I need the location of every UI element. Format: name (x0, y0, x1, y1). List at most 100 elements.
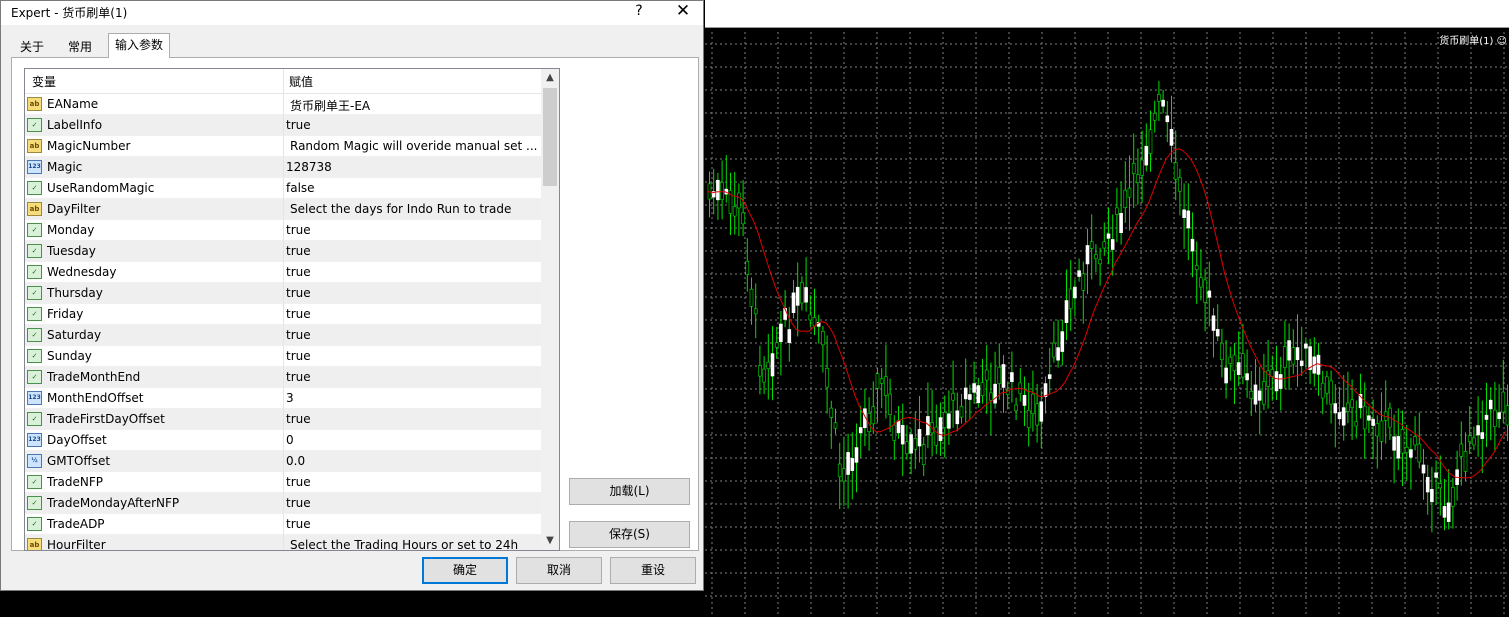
candle-body (1287, 340, 1291, 361)
candle-body (795, 286, 800, 306)
parameter-row[interactable]: ✓ TradeNFP true (25, 472, 541, 493)
column-header-value[interactable]: 赋值 (289, 73, 313, 90)
parameter-row[interactable]: ✓ TradeMonthEnd true (25, 367, 541, 388)
parameter-value[interactable]: true (286, 286, 536, 300)
parameter-value[interactable]: true (286, 223, 536, 237)
parameter-row[interactable]: ✓ Thursday true (25, 283, 541, 304)
candle-body (1299, 360, 1304, 366)
parameter-row[interactable]: ✓ TradeADP true (25, 514, 541, 535)
tab-about[interactable]: 关于 (13, 35, 51, 57)
candle-body (1031, 393, 1035, 415)
candle-body (1421, 464, 1426, 474)
dialog-titlebar[interactable]: Expert - 货币刷单(1) ? ✕ (1, 1, 703, 25)
parameter-name: MagicNumber (47, 139, 131, 153)
parameter-row[interactable]: ab HourFilter Select the Trading Hours or … (25, 535, 541, 550)
candle-body (858, 427, 863, 434)
parameter-row[interactable]: ✓ Tuesday true (25, 241, 541, 262)
candle-body (1224, 367, 1228, 384)
parameter-value[interactable]: 128738 (286, 160, 536, 174)
parameter-value[interactable]: Select the Trading Hours or set to 24h (290, 538, 540, 550)
candle-body (1026, 409, 1031, 428)
parameter-row[interactable]: ✓ Wednesday true (25, 262, 541, 283)
candle-body (716, 179, 720, 201)
parameter-row[interactable]: 123 Magic 128738 (25, 157, 541, 178)
parameter-value[interactable]: true (286, 370, 536, 384)
scroll-down-icon[interactable]: ▼ (541, 532, 559, 550)
candle-body (737, 192, 741, 209)
candle-body (968, 394, 972, 400)
parameter-name: DayFilter (47, 202, 101, 216)
load-button[interactable]: 加载(L) (569, 478, 690, 505)
candle-body (1480, 432, 1485, 439)
candle-body (1341, 407, 1346, 426)
help-button[interactable]: ? (629, 1, 649, 23)
column-header-variable[interactable]: 变量 (32, 73, 56, 90)
candle-body (1073, 286, 1077, 299)
parameter-row[interactable]: ✓ LabelInfo true (25, 115, 541, 136)
parameter-row[interactable]: 123 MonthEndOffset 3 (25, 388, 541, 409)
tab-common[interactable]: 常用 (61, 35, 99, 57)
parameter-value[interactable]: Select the days for Indo Run to trade (290, 202, 540, 216)
parameter-name: UseRandomMagic (47, 181, 155, 195)
parameter-row[interactable]: ✓ Monday true (25, 220, 541, 241)
parameter-value[interactable]: true (286, 118, 536, 132)
parameter-value[interactable]: true (286, 307, 536, 321)
reset-button[interactable]: 重设 (610, 557, 696, 584)
candle-body (749, 288, 754, 307)
parameter-value[interactable]: false (286, 181, 536, 195)
candle-body (1367, 415, 1371, 421)
tab-inputs[interactable]: 输入参数 (108, 33, 171, 58)
candle-body (989, 392, 993, 401)
parameter-row[interactable]: ✓ Sunday true (25, 346, 541, 367)
candle-body (1354, 421, 1359, 427)
parameter-value[interactable]: true (286, 328, 536, 342)
candle-body (875, 373, 880, 389)
candle-body (1304, 343, 1308, 349)
parameter-row[interactable]: 123 DayOffset 0 (25, 430, 541, 451)
candle-body (1199, 277, 1203, 288)
ok-button[interactable]: 确定 (422, 557, 508, 584)
parameter-row[interactable]: ab MagicNumber Random Magic will overide m… (25, 136, 541, 157)
save-button[interactable]: 保存(S) (569, 521, 690, 548)
parameter-row[interactable]: ✓ TradeFirstDayOffset true (25, 409, 541, 430)
parameter-row[interactable]: ab EAName 货币刷单王-EA (25, 94, 541, 115)
candle-body (1228, 356, 1233, 364)
parameter-value[interactable]: true (286, 349, 536, 363)
candle-body (938, 417, 943, 442)
parameter-value[interactable]: true (286, 265, 536, 279)
parameter-value[interactable]: Random Magic will overide manual set ... (290, 139, 540, 153)
scroll-thumb[interactable] (543, 88, 557, 186)
vertical-scrollbar[interactable]: ▲ ▼ (541, 69, 559, 550)
parameter-value[interactable]: 3 (286, 391, 536, 405)
parameter-value[interactable]: 货币刷单王-EA (290, 97, 540, 114)
candle-body (1346, 402, 1350, 412)
candle-body (934, 426, 939, 446)
parameter-value[interactable]: 0 (286, 433, 536, 447)
close-icon[interactable]: ✕ (673, 1, 693, 23)
parameter-value[interactable]: 0.0 (286, 454, 536, 468)
cell-divider (283, 451, 284, 472)
parameter-value[interactable]: true (286, 517, 536, 531)
cancel-button[interactable]: 取消 (516, 557, 602, 584)
candle-body (791, 292, 796, 313)
parameter-value[interactable]: true (286, 412, 536, 426)
parameter-name: Tuesday (47, 244, 96, 258)
input-parameters-grid[interactable]: 变量 赋值 ab EAName 货币刷单王-EA ✓ LabelInfo true ab Ma… (24, 68, 560, 551)
parameter-value[interactable]: true (286, 496, 536, 510)
parameter-row[interactable]: ✓ Saturday true (25, 325, 541, 346)
parameter-value[interactable]: true (286, 475, 536, 489)
candle-body (1148, 129, 1153, 154)
parameter-row[interactable]: ab DayFilter Select the days for Indo Run … (25, 199, 541, 220)
candle-body (1102, 241, 1107, 249)
parameter-row[interactable]: ✓ UseRandomMagic false (25, 178, 541, 199)
candle-body (1493, 409, 1497, 427)
scroll-up-icon[interactable]: ▲ (541, 69, 559, 87)
column-divider[interactable] (283, 69, 284, 93)
parameter-row[interactable]: ✓ TradeMondayAfterNFP true (25, 493, 541, 514)
parameter-row[interactable]: ½ GMTOffset 0.0 (25, 451, 541, 472)
candle-body (1022, 394, 1027, 406)
candle-body (1119, 212, 1123, 233)
parameter-value[interactable]: true (286, 244, 536, 258)
candle-body (1283, 346, 1287, 368)
parameter-row[interactable]: ✓ Friday true (25, 304, 541, 325)
